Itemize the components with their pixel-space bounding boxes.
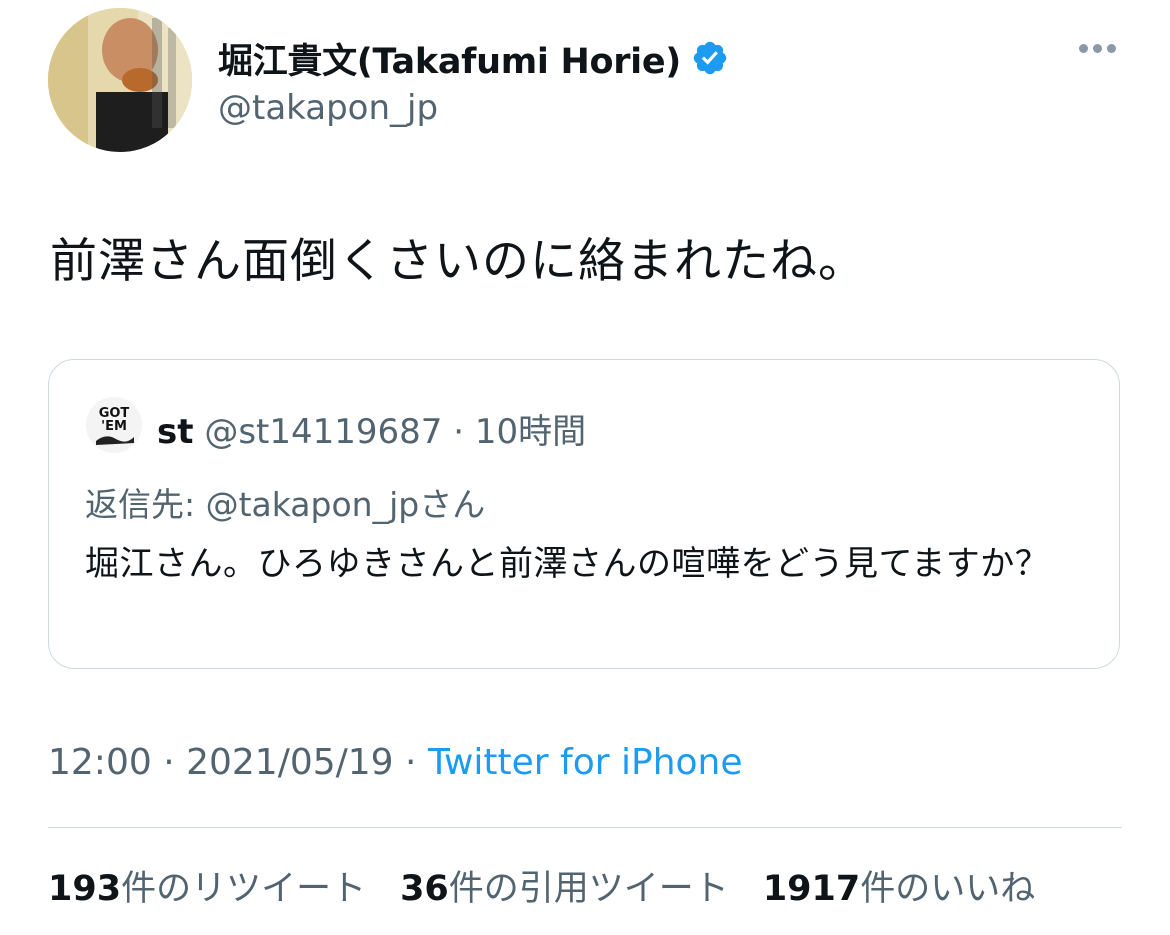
quoted-tweet-card[interactable]: GOT 'EM st @st14119687 · 10時間 返信先: @taka… [48, 359, 1120, 669]
quotes-label: 件の引用ツイート [448, 869, 729, 909]
quoted-reply-mention[interactable]: @takapon_jpさん [206, 485, 486, 524]
quoted-author-name[interactable]: st [157, 412, 194, 452]
retweets-count: 193 [48, 869, 122, 909]
quotes-count: 36 [400, 869, 449, 909]
quoted-tweet-text: 堀江さん。ひろゆきさんと前澤さんの喧嘩をどう見てますか？ [85, 544, 1050, 584]
divider [48, 827, 1122, 828]
more-dots-icon [1079, 44, 1088, 53]
retweets-label: 件のリツイート [121, 869, 367, 909]
quoted-author-avatar[interactable]: GOT 'EM [86, 397, 142, 453]
author-avatar[interactable] [48, 8, 192, 152]
tweet-time[interactable]: 12:00 [48, 742, 152, 783]
quoted-author-handle[interactable]: @st14119687 [204, 412, 442, 452]
more-dots-icon [1107, 44, 1116, 53]
quoted-reply-context: 返信先: @takapon_jpさん [85, 478, 485, 526]
more-options-button[interactable] [1079, 44, 1116, 53]
likes-stat[interactable]: 1917件のいいね [763, 860, 1035, 911]
tweet-date[interactable]: 2021/05/19 [186, 742, 394, 783]
more-dots-icon [1093, 44, 1102, 53]
likes-count: 1917 [762, 869, 861, 909]
author-display-name[interactable]: 堀江貴文(Takafumi Horie) [218, 33, 681, 84]
verified-badge-icon [693, 41, 727, 75]
tweet-meta: 12:00 · 2021/05/19 · Twitter for iPhone [48, 742, 743, 783]
quoted-separator: · [453, 412, 465, 452]
quoted-time[interactable]: 10時間 [475, 412, 586, 452]
retweets-stat[interactable]: 193件のリツイート [48, 860, 366, 911]
tweet-source-link[interactable]: Twitter for iPhone [428, 742, 743, 783]
likes-label: 件のいいね [860, 869, 1036, 909]
meta-separator: · [151, 742, 187, 783]
quote-tweets-stat[interactable]: 36件の引用ツイート [400, 860, 729, 911]
meta-separator: · [393, 742, 428, 783]
tweet-text: 前澤さん面倒くさいのに絡まれたね。 [50, 234, 866, 289]
tweet-stats: 193件のリツイート 36件の引用ツイート 1917件のいいね [48, 860, 1035, 911]
quoted-header: st @st14119687 · 10時間 [157, 404, 586, 453]
author-name-row[interactable]: 堀江貴文(Takafumi Horie) [218, 32, 729, 84]
author-handle[interactable]: @takapon_jp [218, 88, 438, 128]
quoted-reply-prefix: 返信先: [85, 485, 206, 524]
svg-text:'EM: 'EM [101, 419, 127, 434]
